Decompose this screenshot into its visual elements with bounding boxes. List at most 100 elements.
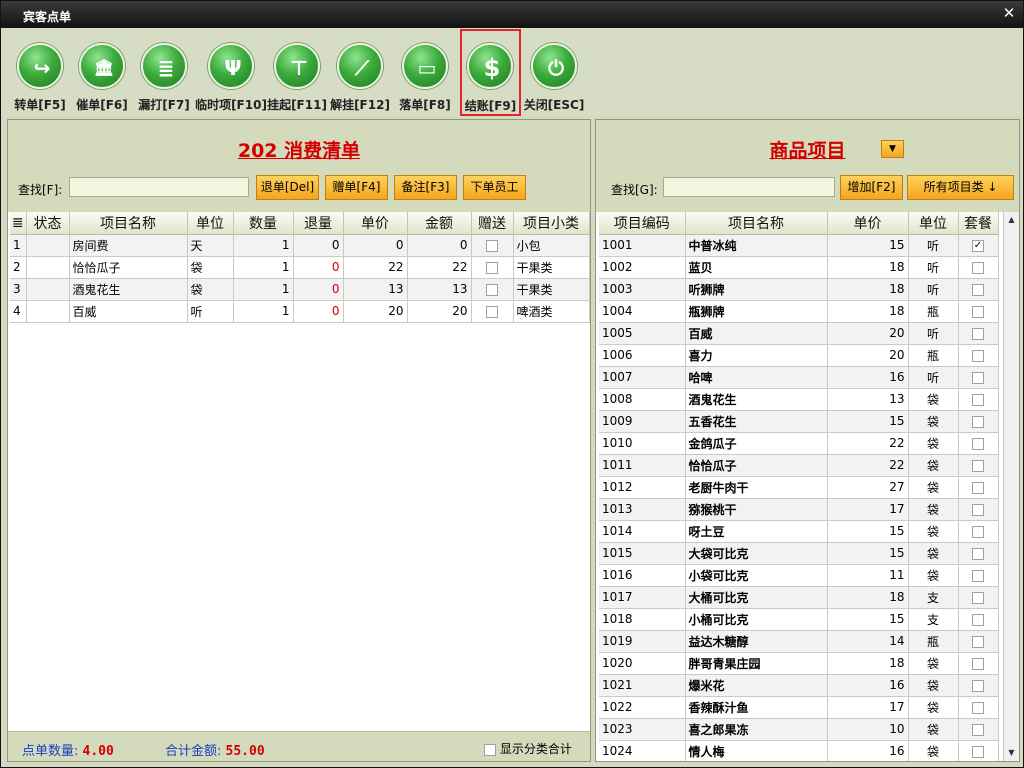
set-meal-checkbox[interactable] [972,371,984,384]
set-meal-checkbox[interactable] [972,305,984,318]
row-item-name: 五香花生 [685,410,828,433]
table-row[interactable]: 1008 酒鬼花生 13 袋 [599,388,999,411]
row-item-code: 1015 [599,542,686,565]
table-row[interactable]: 1017 大桶可比克 18 支 [599,586,999,609]
table-row[interactable]: 4 百威听 1 0 20 20 啤酒类 [10,300,590,323]
table-row[interactable]: 1012 老厨牛肉干 27 袋 [599,476,999,499]
row-unit: 瓶 [908,630,959,653]
set-meal-checkbox[interactable] [972,349,984,362]
table-row[interactable]: 2 恰恰瓜子袋 1 0 22 22 干果类 [10,256,590,279]
table-row[interactable]: 1001 中普冰纯 15 听 ✓ [599,234,999,257]
set-meal-checkbox[interactable] [972,393,984,406]
table-row[interactable]: 1013 猕猴桃干 17 袋 [599,498,999,521]
set-meal-checkbox[interactable] [972,701,984,714]
column-header[interactable]: 项目小类 [513,212,590,235]
table-row[interactable]: 1009 五香花生 15 袋 [599,410,999,433]
column-header[interactable]: 赠送 [471,212,514,235]
column-header[interactable]: ≣ [10,212,27,235]
place-order-label: 落单[F8] [399,98,451,112]
title-dropdown-icon[interactable]: ▼ [881,140,904,158]
table-row[interactable]: 1019 益达木糖醇 14 瓶 [599,630,999,653]
add-item-button[interactable]: 增加[F2] [840,175,903,200]
table-row[interactable]: 1005 百威 20 听 [599,322,999,345]
table-row[interactable]: 1016 小袋可比克 11 袋 [599,564,999,587]
set-meal-checkbox[interactable] [972,525,984,538]
set-meal-checkbox[interactable] [972,679,984,692]
set-meal-checkbox[interactable] [972,547,984,560]
set-meal-checkbox[interactable] [972,723,984,736]
table-row[interactable]: 1014 呀土豆 15 袋 [599,520,999,543]
row-set-meal [958,432,999,455]
table-row[interactable]: 1004 瓶狮牌 18 瓶 [599,300,999,323]
right-search-input[interactable] [663,177,835,197]
table-row[interactable]: 1021 爆米花 16 袋 [599,674,999,697]
column-header[interactable]: 项目名称 [685,212,828,235]
set-meal-checkbox[interactable] [972,283,984,296]
column-header[interactable]: 状态 [26,212,70,235]
table-row[interactable]: 1007 哈啤 16 听 [599,366,999,389]
table-row[interactable]: 1023 喜之郎果冻 10 袋 [599,718,999,741]
table-row[interactable]: 1003 听狮牌 18 听 [599,278,999,301]
set-meal-checkbox[interactable] [972,503,984,516]
set-meal-checkbox[interactable] [972,745,984,758]
power-icon: ⏻ [548,56,564,80]
set-meal-checkbox[interactable] [972,437,984,450]
set-meal-checkbox[interactable] [972,481,984,494]
place-order-button[interactable]: ▭ 落单[F8] [391,32,459,114]
set-meal-checkbox[interactable]: ✓ [972,239,984,252]
column-header[interactable]: 项目名称 [69,212,188,235]
close-button[interactable]: ⏻ 关闭[ESC] [520,32,588,114]
column-header[interactable]: 数量 [233,212,294,235]
table-row[interactable]: 1 房间费天 1 0 0 0 小包 [10,234,590,257]
gift-checkbox[interactable] [486,239,498,252]
table-row[interactable]: 1018 小桶可比克 15 支 [599,608,999,631]
unsuspend-button[interactable]: ⟋ 解挂[F12] [326,32,394,114]
table-row[interactable]: 1022 香辣酥汁鱼 17 袋 [599,696,999,719]
gift-order-button[interactable]: 赠单[F4] [325,175,388,200]
gift-checkbox[interactable] [486,305,498,318]
set-meal-checkbox[interactable] [972,459,984,472]
table-row[interactable]: 1010 金鸽瓜子 22 袋 [599,432,999,455]
close-icon[interactable]: ✕ [1001,5,1017,21]
void-order-button[interactable]: 退单[Del] [256,175,319,200]
table-row[interactable]: 1011 恰恰瓜子 22 袋 [599,454,999,477]
reprint-button[interactable]: ≣ 漏打[F7] [130,32,198,114]
temp-item-button[interactable]: Ψ 临时项[F10] [195,32,267,114]
table-row[interactable]: 1015 大袋可比克 15 袋 [599,542,999,565]
set-meal-checkbox[interactable] [972,657,984,670]
table-row[interactable]: 3 酒鬼花生袋 1 0 13 13 干果类 [10,278,590,301]
set-meal-checkbox[interactable] [972,591,984,604]
set-meal-checkbox[interactable] [972,635,984,648]
table-row[interactable]: 1024 情人梅 16 袋 [599,740,999,761]
row-set-meal [958,564,999,587]
show-category-total[interactable]: 显示分类合计 [484,740,572,757]
product-scrollbar[interactable]: ▲ ▼ [1003,212,1019,761]
left-search-input[interactable] [69,177,249,197]
category-filter-button[interactable]: 所有项目类 ↓ [907,175,1014,200]
table-row[interactable]: 1006 喜力 20 瓶 [599,344,999,367]
set-meal-checkbox[interactable] [972,415,984,428]
column-header[interactable]: 单位 [187,212,234,235]
column-header[interactable]: 单价 [343,212,408,235]
table-row[interactable]: 1002 蓝贝 18 听 [599,256,999,279]
table-row[interactable]: 1020 胖哥青果庄园 18 袋 [599,652,999,675]
scroll-down-icon[interactable]: ▼ [1004,745,1019,761]
column-header[interactable]: 项目编码 [599,212,686,235]
set-meal-checkbox[interactable] [972,261,984,274]
column-header[interactable]: 金额 [407,212,472,235]
scroll-up-icon[interactable]: ▲ [1004,212,1019,228]
order-count-value: 4.00 [82,744,114,759]
column-header[interactable]: 单位 [908,212,959,235]
remark-button[interactable]: 备注[F3] [394,175,457,200]
column-header[interactable]: 退量 [293,212,344,235]
order-staff-button[interactable]: 下单员工 [463,175,526,200]
column-header[interactable]: 单价 [827,212,909,235]
show-category-checkbox[interactable] [484,743,496,756]
set-meal-checkbox[interactable] [972,569,984,582]
set-meal-checkbox[interactable] [972,613,984,626]
gift-checkbox[interactable] [486,261,498,274]
column-header[interactable]: 套餐 [958,212,999,235]
checkout-button[interactable]: $ 结账[F9] [460,29,521,116]
set-meal-checkbox[interactable] [972,327,984,340]
gift-checkbox[interactable] [486,283,498,296]
